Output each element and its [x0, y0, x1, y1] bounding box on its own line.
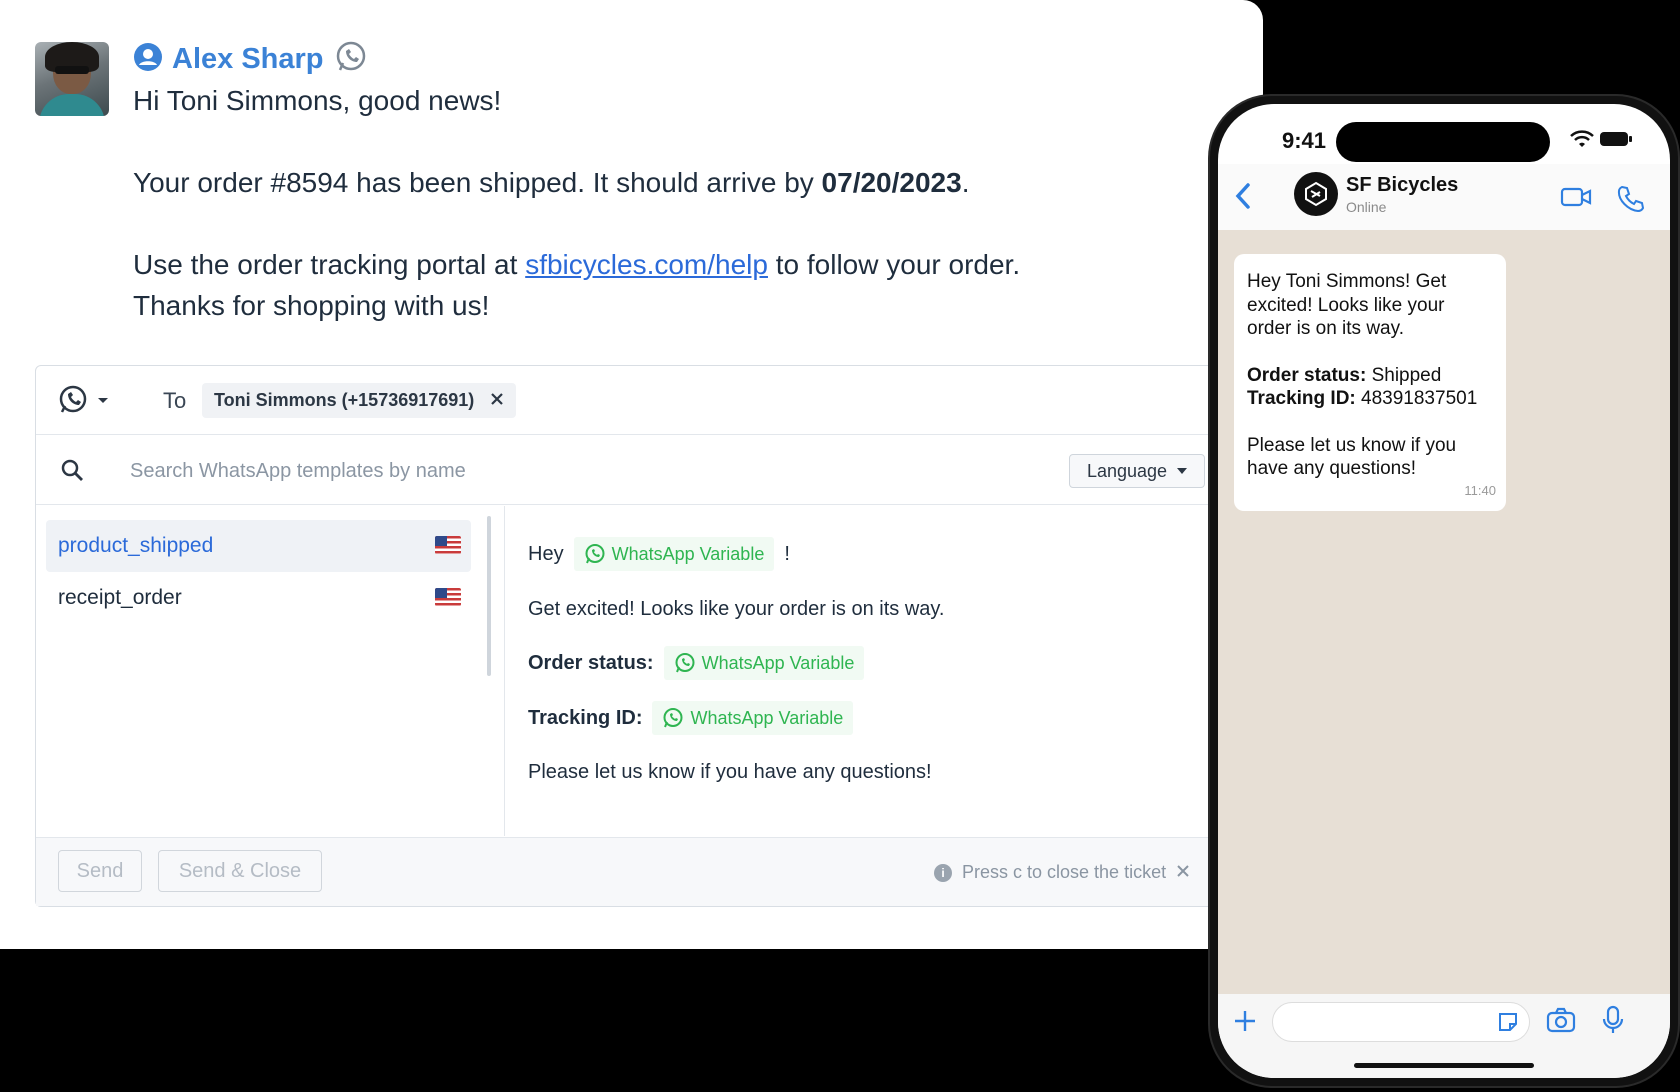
bubble-line-greeting: Hey Toni Simmons! Get excited! Looks lik… [1247, 271, 1447, 339]
bubble-closing: Please let us know if you have any quest… [1247, 434, 1457, 480]
recipient-chip[interactable]: Toni Simmons (+15736917691) [202, 383, 517, 418]
whatsapp-variable-chip[interactable]: WhatsApp Variable [663, 646, 865, 680]
preview-line-closing: Please let us know if you have any quest… [528, 760, 932, 783]
whatsapp-icon [334, 40, 368, 79]
status-time: 9:41 [1282, 128, 1327, 153]
composer-footer: Send Send & Close i Press c to close the… [36, 837, 1263, 906]
message-bubble: Hey Toni Simmons! Get excited! Looks lik… [1234, 254, 1506, 511]
channel-selector[interactable] [56, 383, 116, 422]
chat-background: Hey Toni Simmons! Get excited! Looks lik… [1218, 230, 1670, 994]
bubble-time: 11:40 [1464, 483, 1496, 498]
bubble-tracking-id: Tracking ID: 48391837501 [1247, 388, 1478, 409]
sender-name[interactable]: Alex Sharp [172, 43, 324, 76]
message-shipping-line: Your order #8594 has been shipped. It sh… [133, 167, 970, 198]
camera-icon[interactable] [1546, 1007, 1576, 1038]
chat-header: SF Bicycles Online [1218, 164, 1670, 231]
info-icon: i [934, 863, 952, 882]
chat-input-bar [1218, 994, 1670, 1078]
preview-line-tracking: Tracking ID: WhatsApp Variable [528, 698, 854, 738]
recipient-name: Toni Simmons (+15736917691) [214, 390, 475, 410]
message-greeting: Hi Toni Simmons, good news! [133, 85, 502, 116]
chevron-down-icon [1177, 468, 1188, 474]
message-tracking-line: Use the order tracking portal at sfbicyc… [133, 249, 1021, 280]
home-indicator[interactable] [1354, 1063, 1534, 1068]
contact-status: Online [1346, 199, 1387, 215]
phone-screen: 9:41 SF Bicycles Online Hey Toni Simmons… [1218, 104, 1670, 1078]
bubble-order-status: Order status: Shipped [1247, 364, 1442, 386]
us-flag-icon [435, 536, 461, 554]
template-preview: Hey WhatsApp Variable ! Get excited! Loo… [528, 506, 1263, 836]
back-icon[interactable] [1234, 182, 1252, 215]
template-search-input[interactable] [128, 450, 1032, 492]
chat-text-input[interactable] [1272, 1002, 1530, 1042]
contact-name[interactable]: SF Bicycles [1346, 174, 1458, 197]
close-ticket-hint: i Press c to close the ticket [934, 862, 1190, 883]
whatsapp-icon [585, 544, 605, 564]
message-thanks: Thanks for shopping with us! [133, 290, 490, 321]
whatsapp-icon [663, 708, 683, 728]
plus-icon[interactable] [1232, 1008, 1258, 1039]
contact-logo [1294, 172, 1338, 216]
send-close-button[interactable]: Send & Close [158, 850, 322, 892]
video-icon[interactable] [1560, 186, 1592, 213]
template-list-scrollbar[interactable] [487, 516, 491, 676]
recipient-row: To Toni Simmons (+15736917691) [36, 366, 1263, 435]
tracking-portal-link[interactable]: sfbicycles.com/help [525, 249, 768, 280]
search-icon [60, 458, 84, 487]
preview-line-excited: Get excited! Looks like your order is on… [528, 597, 945, 620]
to-label: To [163, 388, 187, 413]
send-button[interactable]: Send [58, 850, 142, 892]
arrival-date: 07/20/2023 [821, 167, 962, 198]
preview-line-hey: Hey WhatsApp Variable ! [528, 534, 790, 574]
wifi-icon [1570, 130, 1594, 153]
preview-line-order-status: Order status: WhatsApp Variable [528, 643, 865, 683]
whatsapp-variable-chip[interactable]: WhatsApp Variable [573, 537, 775, 571]
template-item-product-shipped[interactable]: product_shipped [46, 520, 471, 572]
language-dropdown[interactable]: Language [1069, 454, 1205, 488]
template-search-row: Language [36, 436, 1263, 505]
sticker-icon[interactable] [1496, 1010, 1520, 1039]
whatsapp-variable-chip[interactable]: WhatsApp Variable [652, 701, 854, 735]
ticket-card: Alex Sharp Hi Toni Simmons, good news! Y… [0, 0, 1263, 949]
template-item-receipt-order[interactable]: receipt_order [46, 572, 471, 624]
whatsapp-icon [675, 653, 695, 673]
us-flag-icon [435, 588, 461, 606]
language-label: Language [1086, 460, 1168, 481]
phone-icon[interactable] [1616, 184, 1645, 217]
close-icon[interactable] [490, 390, 504, 411]
template-list: product_shipped receipt_order [36, 506, 505, 836]
dynamic-island [1336, 122, 1550, 162]
mic-icon[interactable] [1602, 1005, 1624, 1040]
sender-row: Alex Sharp [134, 40, 368, 79]
close-icon[interactable] [1176, 862, 1190, 883]
phone-mockup: 9:41 SF Bicycles Online Hey Toni Simmons… [1210, 96, 1678, 1086]
user-icon [134, 42, 162, 76]
battery-icon [1600, 131, 1632, 152]
template-composer: To Toni Simmons (+15736917691) Language … [35, 365, 1263, 907]
sender-avatar [35, 42, 109, 116]
